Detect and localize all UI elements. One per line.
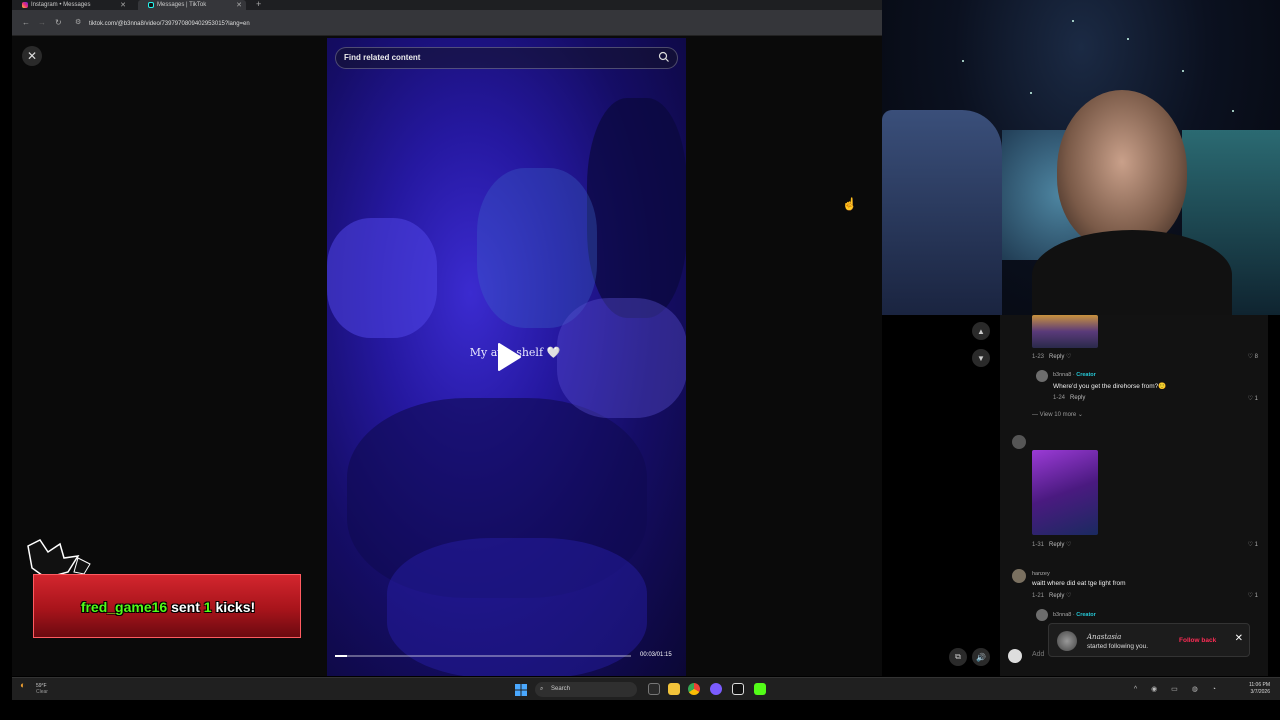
comment-username[interactable]: hanzey xyxy=(1032,571,1050,577)
follow-notification[interactable]: Anastasia started following you. Follow … xyxy=(1048,623,1250,657)
close-tab-icon[interactable]: ✕ xyxy=(120,1,126,9)
comment-username[interactable]: b3nna8 · Creator xyxy=(1053,372,1096,378)
avatar[interactable] xyxy=(1036,370,1048,382)
comment-meta: 1-21 Reply ♡ xyxy=(1032,593,1072,599)
picture-in-picture-icon[interactable]: ⧉ xyxy=(949,648,967,666)
kick-count: 1 xyxy=(203,599,212,615)
tab-bar: Instagram • Messages ✕ Messages | TikTok… xyxy=(12,0,882,10)
forward-icon[interactable]: → xyxy=(38,18,46,27)
kick-username: fred_game16 xyxy=(80,599,168,615)
tab-tiktok[interactable]: Messages | TikTok ✕ xyxy=(138,0,246,10)
video-time: 00:03/01:15 xyxy=(640,652,672,658)
avatar xyxy=(1008,649,1022,663)
comment-username[interactable]: b3nna8 · Creator xyxy=(1053,612,1096,618)
avatar[interactable] xyxy=(1012,435,1026,449)
kick-alert-text: fred_game16 sent 1 kicks! xyxy=(80,599,256,615)
file-explorer-icon[interactable] xyxy=(668,683,680,695)
tab-instagram[interactable]: Instagram • Messages ✕ xyxy=(12,0,130,10)
taskbar-search[interactable]: ⌕ Search xyxy=(535,682,637,697)
comment-meta: 1-31 Reply ♡ xyxy=(1032,542,1072,548)
search-input[interactable]: Find related content xyxy=(335,47,678,69)
comment-text: waitt where did eat tge light from xyxy=(1032,580,1126,587)
close-icon[interactable]: ✕ xyxy=(22,46,42,66)
comment-meta: 1-23 Reply ♡ xyxy=(1032,354,1072,360)
video-progress-bar[interactable] xyxy=(335,655,631,657)
notification-text: started following you. xyxy=(1087,643,1149,650)
search-icon: ⌕ xyxy=(540,686,544,692)
tab-title: Instagram • Messages xyxy=(31,2,91,8)
close-tab-icon[interactable]: ✕ xyxy=(236,1,242,9)
windows-start-icon[interactable] xyxy=(515,683,527,696)
comments-panel: 1-23 Reply ♡ ♡ 8 b3nna8 · Creator Where'd… xyxy=(1000,315,1268,676)
follow-back-button[interactable]: Follow back xyxy=(1179,637,1216,644)
view-more-replies[interactable]: — View 10 more ⌄ xyxy=(1032,411,1083,418)
avatar xyxy=(1057,631,1077,651)
new-tab-button[interactable]: + xyxy=(256,0,261,9)
reload-icon[interactable]: ↻ xyxy=(55,18,62,27)
kick-alert-banner: fred_game16 sent 1 kicks! xyxy=(33,574,301,638)
avatar[interactable] xyxy=(1036,609,1048,621)
taskbar: ◐ 59°F Clear ⌕ Search ^ ◉ ▭ ◍ ◔ 11:06 PM… xyxy=(12,677,1280,700)
like-count[interactable]: ♡ 1 xyxy=(1248,541,1258,548)
app-icon[interactable] xyxy=(710,683,722,695)
tiktok-icon xyxy=(148,2,154,8)
progress-fill xyxy=(335,655,347,657)
tab-title: Messages | TikTok xyxy=(157,2,207,8)
clock[interactable]: 11:06 PM 3/7/2026 xyxy=(1249,682,1270,696)
add-comment-input[interactable]: Add xyxy=(1008,648,1048,664)
volume-icon[interactable]: 🔊 xyxy=(972,648,990,666)
kick-app-icon[interactable] xyxy=(754,683,766,695)
system-tray[interactable]: ^ ◉ ▭ ◍ ◔ xyxy=(1134,685,1222,693)
play-icon[interactable] xyxy=(496,342,522,372)
streamer xyxy=(1057,90,1187,250)
comment-text: Where'd you get the direhorse from?🙂 xyxy=(1053,383,1167,390)
chrome-icon[interactable] xyxy=(688,683,700,695)
avatar[interactable] xyxy=(1012,569,1026,583)
search-icon[interactable] xyxy=(658,51,672,65)
address-bar-row: ← → ↻ ⚙ tiktok.com/@b3nna8/video/7397970… xyxy=(12,10,882,36)
add-comment-placeholder: Add xyxy=(1032,651,1045,658)
notification-username: Anastasia xyxy=(1087,633,1122,641)
reply-button[interactable]: Reply xyxy=(1070,395,1085,401)
like-count[interactable]: ♡ 1 xyxy=(1248,395,1258,402)
webcam-overlay xyxy=(882,0,1280,315)
mouse-cursor-icon: ☝ xyxy=(842,197,857,211)
like-count[interactable]: ♡ 1 xyxy=(1248,592,1258,599)
reply-button[interactable]: Reply xyxy=(1049,593,1064,599)
reply-button[interactable]: Reply xyxy=(1049,542,1064,548)
reply-button[interactable]: Reply xyxy=(1049,354,1064,360)
instagram-icon xyxy=(22,2,28,8)
like-count[interactable]: ♡ 8 xyxy=(1248,353,1258,360)
site-info-icon[interactable]: ⚙ xyxy=(75,18,81,26)
app-icon[interactable] xyxy=(732,683,744,695)
close-icon[interactable]: ✕ xyxy=(1235,633,1243,644)
weather-widget[interactable]: ◐ 59°F Clear xyxy=(20,680,48,696)
comment-image[interactable] xyxy=(1032,315,1098,348)
previous-video-button[interactable]: ▲ xyxy=(972,322,990,340)
moon-icon: ◐ xyxy=(20,680,26,690)
comment-image[interactable] xyxy=(1032,450,1098,535)
url-field[interactable]: tiktok.com/@b3nna8/video/739797080940295… xyxy=(84,17,874,31)
back-icon[interactable]: ← xyxy=(22,18,30,27)
task-view-icon[interactable] xyxy=(648,683,660,695)
comment-meta: 1-24 Reply xyxy=(1053,395,1086,401)
next-video-button[interactable]: ▼ xyxy=(972,349,990,367)
